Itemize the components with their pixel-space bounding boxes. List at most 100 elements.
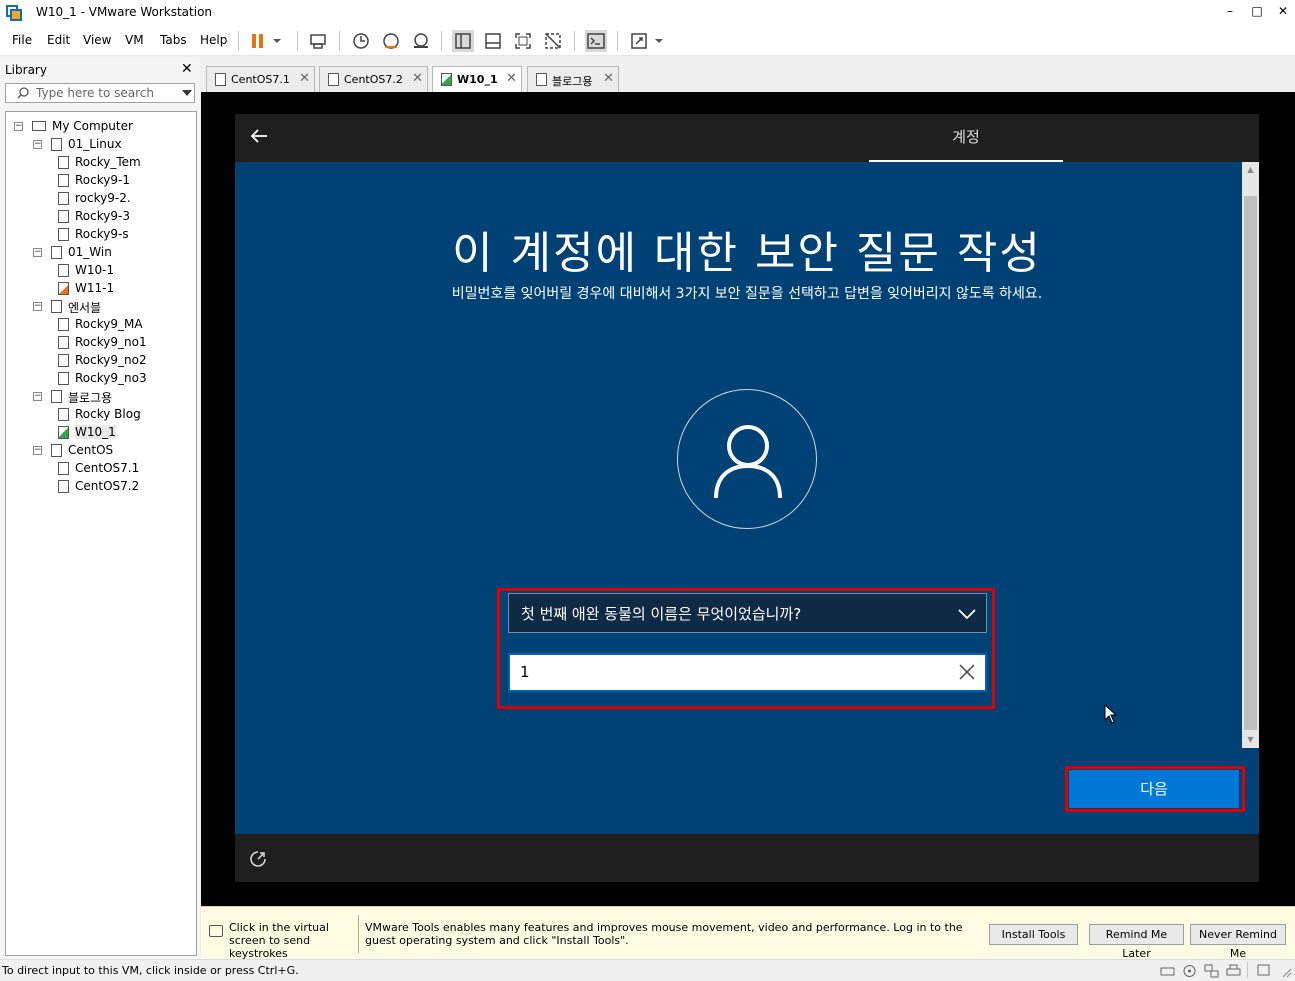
show-thumbnail-bar-icon[interactable] [482, 30, 504, 52]
tree-folder-item[interactable]: − 01_Win [6, 244, 194, 262]
power-dropdown-icon[interactable] [270, 30, 284, 52]
search-dropdown-icon[interactable] [182, 89, 192, 97]
menu-edit[interactable]: Edit [47, 33, 70, 47]
tree-vm-item[interactable]: rocky9-2. [6, 190, 194, 208]
tree-vm-item[interactable]: CentOS7.1 [6, 460, 194, 478]
tree-vm-item[interactable]: Rocky9_MA [6, 316, 194, 334]
security-answer-input[interactable] [520, 662, 940, 682]
tree-computer-item[interactable]: − My Computer [6, 118, 194, 136]
remind-later-button[interactable]: Remind Me Later [1089, 924, 1184, 960]
menu-vm[interactable]: VM [125, 33, 144, 47]
library-search[interactable] [5, 83, 195, 103]
menu-file[interactable]: File [12, 33, 32, 47]
tree-vm-item[interactable]: Rocky9_no3 [6, 370, 194, 388]
revert-snapshot-icon[interactable] [380, 30, 402, 52]
send-ctrl-alt-del-icon[interactable] [307, 30, 329, 52]
menu-help[interactable]: Help [200, 33, 227, 47]
minimize-button[interactable]: – [1223, 4, 1237, 20]
resize-grip-icon[interactable] [1278, 964, 1293, 978]
install-tools-button[interactable]: Install Tools [989, 924, 1078, 945]
keyboard-icon [209, 925, 223, 937]
tree-vm-item[interactable]: Rocky Blog [6, 406, 194, 424]
unity-icon[interactable] [542, 30, 564, 52]
scroll-up-icon[interactable]: ▲ [1242, 162, 1259, 178]
tree-item-label: Rocky9-s [75, 227, 129, 241]
tree-collapse-icon[interactable]: − [33, 392, 42, 401]
vm-icon [58, 408, 69, 421]
tree-vm-item[interactable]: W10-1 [6, 262, 194, 280]
tree-folder-item[interactable]: − 01_Linux [6, 136, 194, 154]
tree-vm-item[interactable]: Rocky9-s [6, 226, 194, 244]
vm-icon [58, 480, 69, 493]
tree-collapse-icon[interactable]: − [33, 302, 42, 311]
network-icon[interactable] [1204, 964, 1219, 978]
scroll-thumb[interactable] [1244, 196, 1257, 730]
printer-icon[interactable] [1226, 964, 1241, 978]
tree-folder-item[interactable]: − CentOS [6, 442, 194, 460]
menu-tabs[interactable]: Tabs [160, 33, 187, 47]
tab-close-icon[interactable]: ✕ [506, 71, 517, 86]
console-view-icon[interactable] [585, 30, 607, 52]
tree-vm-item[interactable]: CentOS7.2 [6, 478, 194, 496]
clear-icon[interactable] [957, 662, 977, 682]
tab-2[interactable]: CentOS7.2 ✕ [319, 66, 428, 92]
security-question-dropdown[interactable]: 첫 번째 애완 동물의 이름은 무엇이었습니까? [508, 593, 987, 633]
tab-1[interactable]: CentOS7.1 ✕ [206, 66, 315, 92]
never-remind-button[interactable]: Never Remind Me [1190, 924, 1286, 960]
tab-close-icon[interactable]: ✕ [603, 71, 614, 86]
tab-close-icon[interactable]: ✕ [299, 71, 310, 86]
tab-4[interactable]: 블로그용 ✕ [527, 66, 619, 92]
tree-vm-item[interactable]: Rocky9-3 [6, 208, 194, 226]
menu-view[interactable]: View [83, 33, 111, 47]
tree-collapse-icon[interactable]: − [14, 122, 23, 131]
tab-3[interactable]: W10_1 ✕ [432, 66, 522, 93]
tree-vm-item[interactable]: W10_1 [6, 424, 194, 442]
hard-disk-icon[interactable] [1160, 964, 1175, 978]
pause-icon[interactable] [248, 30, 270, 52]
tree-folder-item[interactable]: − 엔서블 [6, 298, 194, 316]
cd-dvd-icon[interactable] [1182, 964, 1197, 978]
tree-collapse-icon[interactable]: − [33, 446, 42, 455]
user-icon [714, 425, 782, 499]
back-arrow-icon[interactable] [247, 124, 271, 148]
tree-collapse-icon[interactable]: − [33, 248, 42, 257]
vm-icon [58, 372, 69, 385]
tree-vm-item[interactable]: Rocky_Tem [6, 154, 194, 172]
stretch-dropdown-icon[interactable] [652, 30, 666, 52]
tree-vm-item[interactable]: Rocky9_no2 [6, 352, 194, 370]
snapshot-manager-icon[interactable] [410, 30, 432, 52]
tree-item-label: 블로그용 [68, 391, 113, 405]
show-library-icon[interactable] [452, 30, 474, 52]
full-screen-icon[interactable] [512, 30, 534, 52]
tree-vm-item[interactable]: Rocky9_no1 [6, 334, 194, 352]
vm-icon [58, 318, 69, 331]
oobe-scrollbar[interactable]: ▲ ▼ [1242, 162, 1259, 748]
folder-icon [51, 138, 62, 151]
maximize-button[interactable]: □ [1250, 4, 1264, 20]
vm-icon [58, 174, 69, 187]
guest-screen[interactable]: 계정 이 계정에 대한 보안 질문 작성 비밀번호를 잊어버릴 경우에 대비해서… [235, 114, 1259, 882]
library-close-icon[interactable]: ✕ [181, 61, 193, 77]
step-account-label: 계정 [869, 114, 1063, 162]
security-answer-field[interactable] [508, 653, 987, 692]
tree-collapse-icon[interactable]: − [33, 140, 42, 149]
tree-folder-item[interactable]: − 블로그용 [6, 388, 194, 406]
next-button[interactable]: 다음 [1069, 770, 1239, 808]
vm-icon [58, 210, 69, 223]
close-button[interactable]: ✕ [1276, 4, 1290, 20]
ease-of-access-icon[interactable] [249, 850, 267, 868]
tree-vm-item[interactable]: W11-1 [6, 280, 194, 298]
oobe-header: 계정 [235, 114, 1259, 162]
stretch-guest-icon[interactable] [628, 30, 650, 52]
vm-icon [536, 73, 547, 86]
vm-icon [58, 264, 69, 277]
scroll-down-icon[interactable]: ▼ [1242, 732, 1259, 748]
tab-close-icon[interactable]: ✕ [412, 71, 423, 86]
library-search-input[interactable] [36, 85, 176, 101]
message-log-icon[interactable] [1256, 964, 1271, 978]
tab-label: 블로그용 [552, 75, 593, 88]
tree-vm-item[interactable]: Rocky9-1 [6, 172, 194, 190]
vm-display[interactable]: 계정 이 계정에 대한 보안 질문 작성 비밀번호를 잊어버릴 경우에 대비해서… [201, 92, 1295, 906]
tree-item-label: Rocky9_no1 [75, 335, 147, 349]
snapshot-icon[interactable] [350, 30, 372, 52]
